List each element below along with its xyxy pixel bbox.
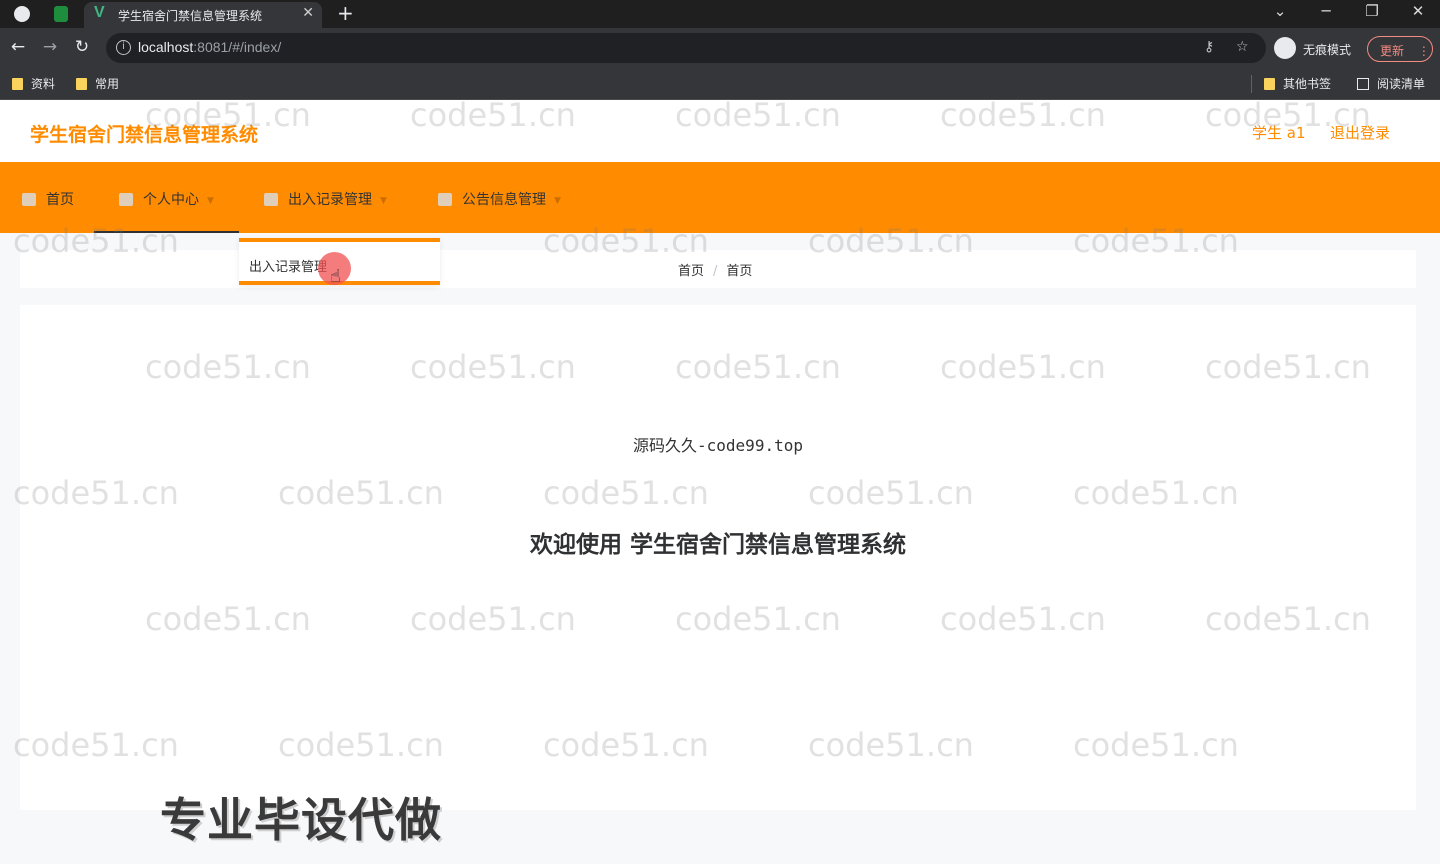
reload-icon[interactable]: ↻ (72, 37, 92, 57)
main-content: 源码久久-code99.top 欢迎使用 学生宿舍门禁信息管理系统 (20, 305, 1416, 810)
folder-icon (1264, 78, 1275, 90)
active-tab[interactable]: V 学生宿舍门禁信息管理系统 ✕ (84, 2, 322, 28)
site-tagline: 源码久久-code99.top (633, 436, 803, 455)
key-icon[interactable]: ⚷ (1204, 39, 1214, 55)
incognito-label[interactable]: 无痕模式 (1303, 41, 1351, 58)
bookmark-star-icon[interactable]: ☆ (1236, 39, 1249, 55)
main-nav: 首页 个人中心 ▼ 出入记录管理 ▼ 公告信息管理 ▼ (0, 162, 1440, 233)
folder-icon (12, 78, 23, 90)
breadcrumb-item[interactable]: 首页 (678, 264, 704, 279)
welcome-heading: 欢迎使用 学生宿舍门禁信息管理系统 (529, 532, 906, 558)
breadcrumb-separator: / (713, 264, 718, 279)
bookmark-divider (1251, 75, 1252, 93)
grid-icon (264, 193, 278, 206)
browser-logo-icon[interactable] (14, 6, 30, 22)
hand-cursor-icon: ☝ (330, 266, 341, 287)
forward-icon[interactable]: → (40, 37, 60, 57)
nav-personal-center[interactable]: 个人中心 ▼ (94, 162, 239, 233)
home-icon (22, 193, 36, 206)
reading-list[interactable]: 阅读清单 (1357, 75, 1425, 92)
address-bar[interactable]: i localhost:8081/#/index/ ⚷ ☆ (106, 33, 1266, 63)
tab-close-icon[interactable]: ✕ (302, 5, 314, 21)
url-text[interactable]: localhost:8081/#/index/ (138, 39, 281, 55)
back-icon[interactable]: ← (8, 37, 28, 57)
folder-icon (76, 78, 87, 90)
site-title: 学生宿舍门禁信息管理系统 (30, 124, 259, 146)
browser-toolbar: ← → ↻ i localhost:8081/#/index/ ⚷ ☆ 无痕模式… (0, 28, 1440, 68)
reading-list-icon (1357, 78, 1369, 90)
menu-dots-icon[interactable]: ⋮ (1418, 44, 1430, 58)
update-button[interactable]: 更新 ⋮ (1367, 36, 1433, 62)
bookmark-folder-changyong[interactable]: 常用 (76, 75, 119, 92)
browser-tab-bar: V 学生宿舍门禁信息管理系统 ✕ + ⌄ ─ ❐ ✕ (0, 0, 1440, 28)
minimize-icon[interactable]: ─ (1316, 2, 1336, 20)
chevron-down-icon: ▼ (554, 196, 561, 206)
bookmarks-bar: 资料 常用 其他书签 阅读清单 (0, 68, 1440, 100)
new-tab-icon[interactable]: + (337, 1, 354, 25)
bookmark-folder-ziliao[interactable]: 资料 (12, 75, 55, 92)
site-info-icon[interactable]: i (116, 40, 131, 55)
site-header: 学生宿舍门禁信息管理系统 学生 a1 退出登录 (0, 100, 1440, 162)
notice-icon (438, 193, 452, 206)
restore-icon[interactable]: ❐ (1362, 2, 1382, 20)
sheets-tab-icon[interactable] (54, 6, 68, 22)
bookmark-other[interactable]: 其他书签 (1264, 75, 1331, 92)
tab-search-icon[interactable]: ⌄ (1270, 2, 1290, 20)
chevron-down-icon: ▼ (207, 196, 214, 206)
tab-title: 学生宿舍门禁信息管理系统 (118, 9, 263, 23)
promo-overlay-text: 专业毕设代做 (160, 793, 442, 847)
nav-home[interactable]: 首页 (22, 162, 74, 233)
nav-notices[interactable]: 公告信息管理 ▼ (438, 162, 561, 233)
breadcrumb: 首页 / 首页 (20, 250, 1416, 288)
vue-logo-icon: V (94, 4, 105, 21)
incognito-icon[interactable] (1274, 37, 1296, 59)
dropdown-item-access-records[interactable]: 出入记录管理 (249, 256, 327, 275)
nav-access-records[interactable]: 出入记录管理 ▼ (264, 162, 387, 233)
logout-link[interactable]: 退出登录 (1330, 122, 1390, 143)
chevron-down-icon: ▼ (380, 196, 387, 206)
close-window-icon[interactable]: ✕ (1408, 2, 1428, 20)
user-icon (119, 193, 133, 206)
current-user: 学生 a1 (1252, 124, 1306, 142)
breadcrumb-current: 首页 (726, 264, 753, 279)
